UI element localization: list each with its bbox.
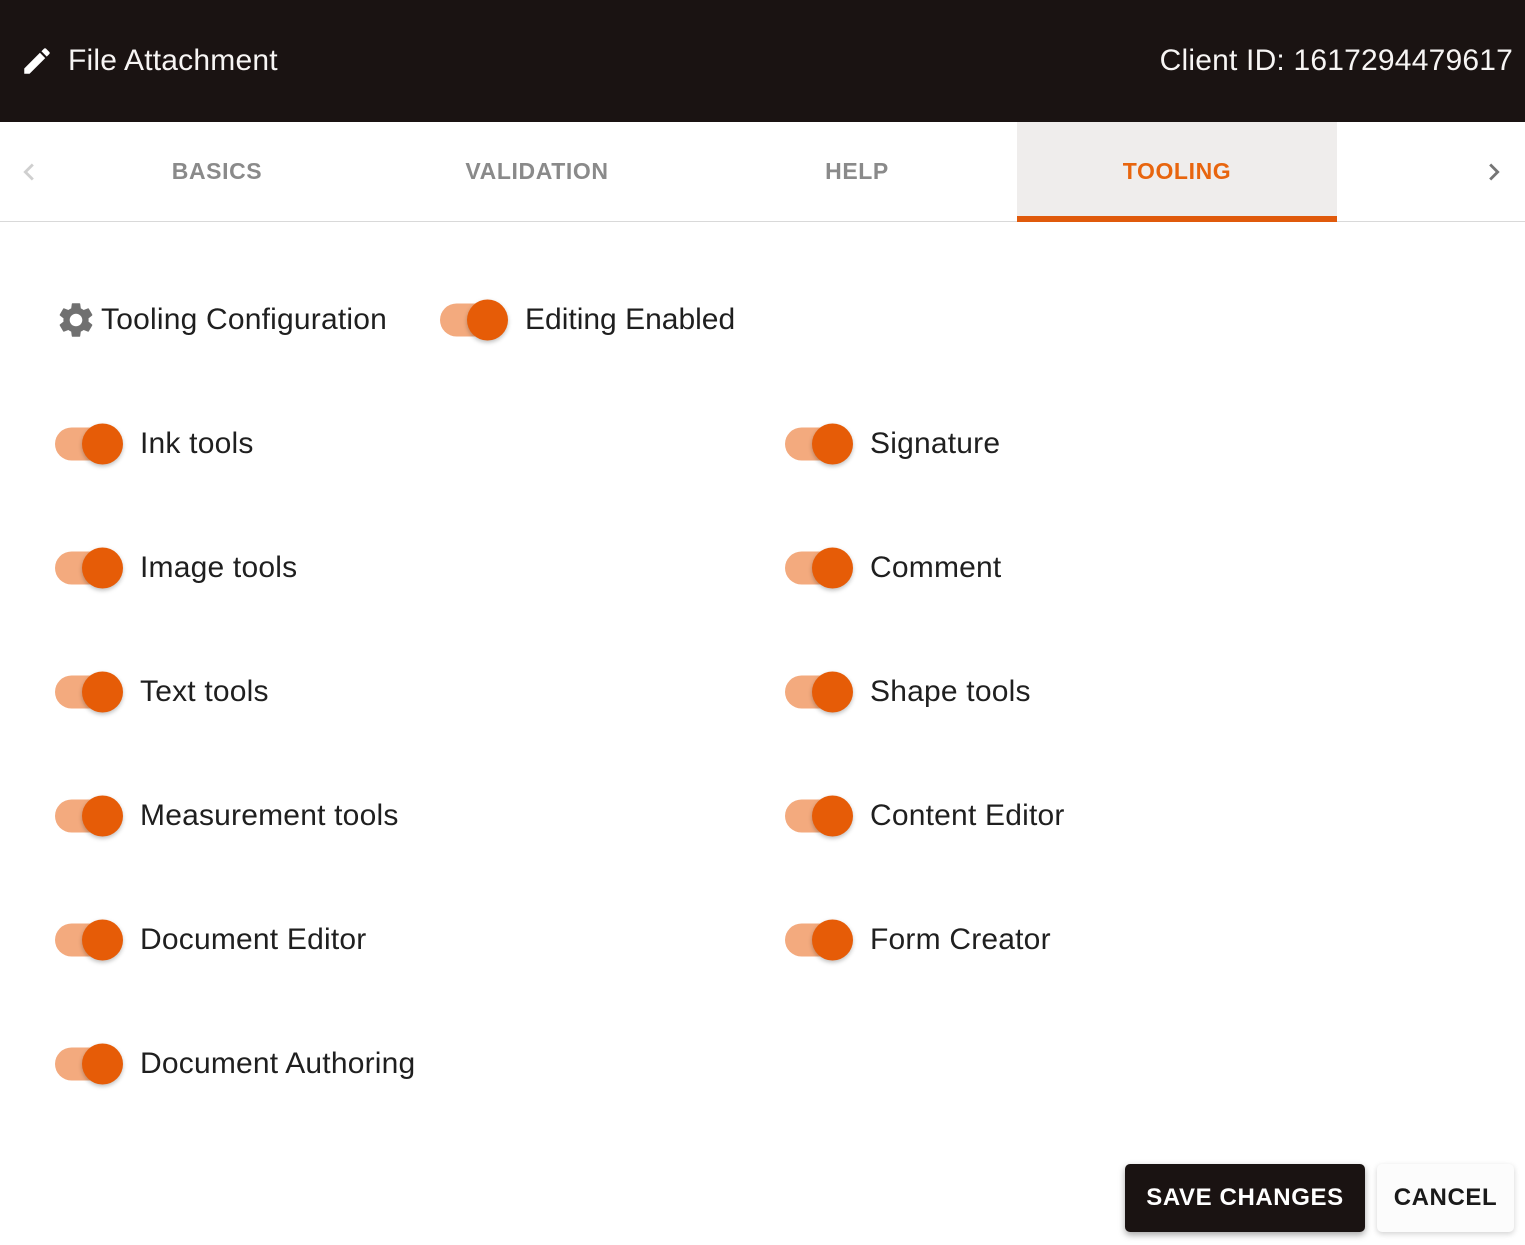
editing-enabled-label: Editing Enabled [525, 303, 736, 336]
toggle-thumb [82, 795, 123, 837]
tab-tooling[interactable]: TOOLING [1017, 122, 1337, 222]
toggle-thumb [82, 1043, 123, 1085]
toggle-thumb [812, 547, 853, 589]
toggle-row-ink-tools: Ink tools [55, 422, 254, 466]
tooling-configuration-header: Tooling Configuration [55, 298, 387, 342]
toggle-label: Image tools [140, 551, 298, 584]
editing-enabled-toggle[interactable] [440, 299, 508, 341]
tabs-scroll-left-button[interactable] [0, 122, 57, 221]
toggle-thumb [82, 423, 123, 465]
toggle-label: Form Creator [870, 923, 1051, 956]
toggle-label: Text tools [140, 675, 269, 708]
document-authoring-toggle[interactable] [55, 1043, 123, 1085]
chevron-left-icon [22, 163, 34, 180]
toggle-thumb [82, 547, 123, 589]
toggle-thumb [82, 671, 123, 713]
cancel-button[interactable]: CANCEL [1377, 1164, 1514, 1232]
tab-help[interactable]: HELP [697, 122, 1017, 221]
form-creator-toggle[interactable] [785, 919, 853, 961]
gear-icon [59, 303, 93, 337]
toggle-label: Measurement tools [140, 799, 399, 832]
comment-toggle[interactable] [785, 547, 853, 589]
document-editor-toggle[interactable] [55, 919, 123, 961]
toggle-row-content-editor: Content Editor [785, 794, 1065, 838]
content-editor-toggle[interactable] [785, 795, 853, 837]
toggle-thumb [812, 919, 853, 961]
client-id-text: Client ID: 1617294479617 [1159, 44, 1513, 77]
shape-tools-toggle[interactable] [785, 671, 853, 713]
chevron-right-icon [1489, 163, 1500, 180]
toggle-row-shape-tools: Shape tools [785, 670, 1031, 714]
toggle-row-text-tools: Text tools [55, 670, 269, 714]
toggle-label: Document Authoring [140, 1047, 416, 1080]
toggle-row-document-editor: Document Editor [55, 918, 366, 962]
save-changes-button[interactable]: SAVE CHANGES [1125, 1164, 1365, 1232]
ink-tools-toggle[interactable] [55, 423, 123, 465]
toggle-row-measurement-tools: Measurement tools [55, 794, 399, 838]
toggle-row-signature: Signature [785, 422, 1000, 466]
image-tools-toggle[interactable] [55, 547, 123, 589]
tab-validation[interactable]: VALIDATION [377, 122, 697, 221]
tabs-scroll-right-button[interactable] [1337, 122, 1525, 221]
page-title: File Attachment [68, 44, 278, 77]
toggle-row-form-creator: Form Creator [785, 918, 1051, 962]
pencil-icon [24, 48, 50, 74]
toggle-thumb [467, 299, 508, 341]
toggle-label: Signature [870, 427, 1001, 460]
toggle-thumb [812, 795, 853, 837]
toggle-label: Comment [870, 551, 1002, 584]
file-attachment-dialog: File Attachment Client ID: 1617294479617… [0, 0, 1525, 1245]
toggle-thumb [812, 671, 853, 713]
measurement-tools-toggle[interactable] [55, 795, 123, 837]
header-bar: File Attachment Client ID: 1617294479617 [0, 0, 1525, 122]
toggle-row-comment: Comment [785, 546, 1001, 590]
toggle-label: Document Editor [140, 923, 367, 956]
toggle-label: Ink tools [140, 427, 254, 460]
toggle-label: Content Editor [870, 799, 1065, 832]
toggle-row-document-authoring: Document Authoring [55, 1042, 415, 1086]
tab-bar: BASICS VALIDATION HELP TOOLING [0, 122, 1525, 222]
signature-toggle[interactable] [785, 423, 853, 465]
toggle-row-image-tools: Image tools [55, 546, 297, 590]
tab-basics[interactable]: BASICS [57, 122, 377, 221]
toggle-thumb [82, 919, 123, 961]
text-tools-toggle[interactable] [55, 671, 123, 713]
toggle-label: Shape tools [870, 675, 1031, 708]
section-title: Tooling Configuration [101, 303, 388, 336]
toggle-thumb [812, 423, 853, 465]
